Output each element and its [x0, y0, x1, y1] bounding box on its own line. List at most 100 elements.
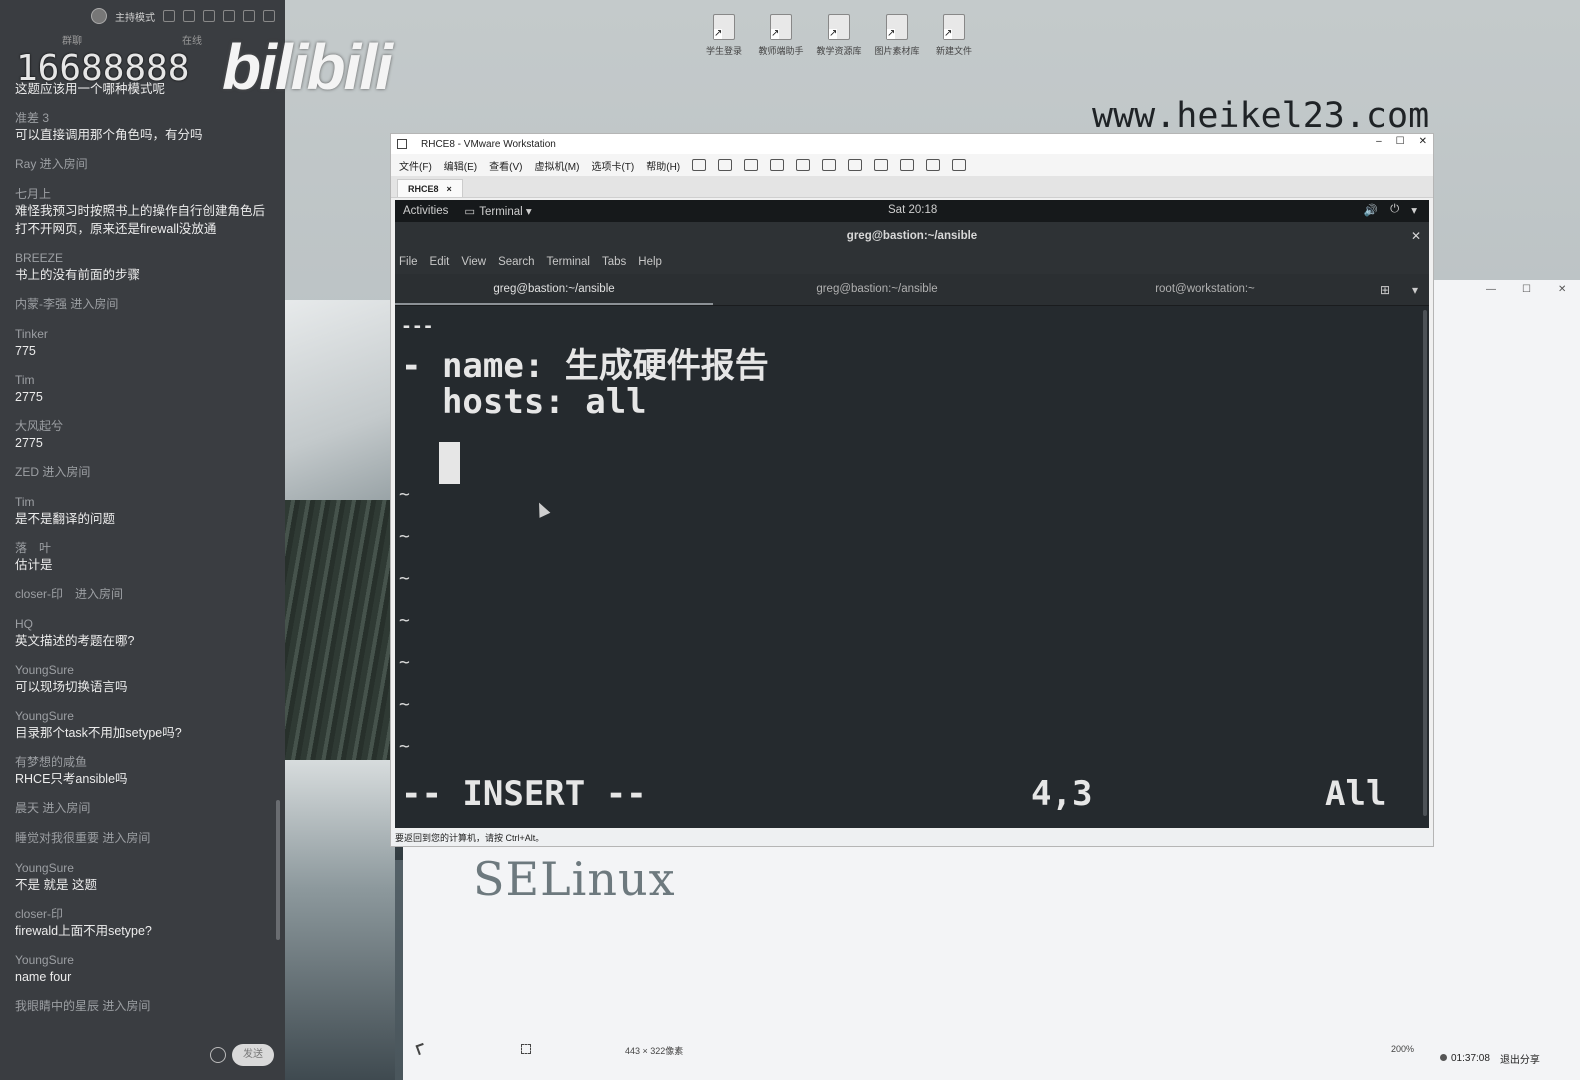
chat-username[interactable]: 我眼睛中的星辰 进入房间 — [15, 998, 270, 1014]
chat-message: Tinker 775 — [15, 326, 270, 360]
chat-username[interactable]: Ray 进入房间 — [15, 156, 270, 172]
revert-snapshot-icon[interactable] — [770, 159, 785, 171]
library-view-icon[interactable] — [822, 159, 837, 171]
desktop-icon-resource-library[interactable]: 教学资源库 — [810, 14, 868, 57]
tab-rhce8[interactable]: RHCE8 × — [397, 179, 463, 197]
desktop-icon-new-file[interactable]: 新建文件 — [925, 14, 983, 57]
app-menu-terminal[interactable]: ▭ Terminal ▾ — [464, 204, 531, 218]
chat-message: 落 叶估计是 — [15, 540, 270, 574]
close-icon[interactable]: ✕ — [1411, 222, 1421, 250]
menu-edit[interactable]: 编辑(E) — [444, 158, 477, 173]
zoom-level[interactable]: 200% — [1391, 1044, 1414, 1054]
menu-view[interactable]: View — [461, 256, 486, 268]
pause-icon[interactable] — [692, 159, 707, 171]
vim-editor[interactable]: --- - name: 生成硬件报告 hosts: all ~ ~ ~ ~ ~ … — [395, 306, 1429, 828]
terminal-icon: ▭ — [464, 206, 476, 218]
chat-username[interactable]: 落 叶 — [15, 540, 270, 556]
activities-button[interactable]: Activities — [403, 205, 448, 217]
menu-vm[interactable]: 虚拟机(M) — [534, 158, 579, 173]
chat-username[interactable]: ZED 进入房间 — [15, 464, 270, 480]
settings-icon[interactable] — [163, 10, 175, 22]
fullscreen-icon[interactable] — [874, 159, 889, 171]
maximize-icon[interactable]: ☐ — [1522, 284, 1531, 295]
exit-share-button[interactable]: 退出分享 — [1500, 1051, 1540, 1066]
close-icon[interactable]: ✕ — [1419, 136, 1427, 147]
terminal-tab-3[interactable]: root@workstation:~ — [1041, 274, 1369, 305]
chat-username[interactable]: 大风起兮 — [15, 418, 270, 434]
close-icon[interactable]: ✕ — [1558, 284, 1566, 295]
chat-username[interactable]: 内蒙-李强 进入房间 — [15, 296, 270, 312]
maximize-icon[interactable] — [243, 10, 255, 22]
terminal-menubar: File Edit View Search Terminal Tabs Help — [395, 250, 1429, 274]
chat-username[interactable]: YoungSure — [15, 708, 270, 724]
send-button[interactable]: 发送 — [232, 1044, 274, 1066]
desktop-icon-student-login[interactable]: 学生登录 — [695, 14, 753, 57]
vim-cursor-position: 4,3 — [1031, 774, 1093, 814]
chat-username[interactable]: Tim — [15, 372, 270, 388]
minimize-icon[interactable]: — — [1486, 284, 1496, 295]
terminal-scrollbar[interactable] — [1423, 310, 1427, 816]
menu-tabs[interactable]: 选项卡(T) — [591, 158, 634, 173]
chevron-down-icon[interactable]: ▾ — [1411, 203, 1417, 217]
menu-file[interactable]: File — [399, 256, 418, 268]
desktop-icon-teacher-assistant[interactable]: 教师端助手 — [752, 14, 810, 57]
chat-username[interactable]: HQ — [15, 616, 270, 632]
thumbnail-view-icon[interactable] — [848, 159, 863, 171]
chat-username[interactable]: 准差 3 — [15, 110, 270, 126]
avatar[interactable] — [91, 8, 107, 24]
send-ctrl-alt-del-icon[interactable] — [718, 159, 733, 171]
chat-username[interactable]: Tim — [15, 494, 270, 510]
menu-tabs[interactable]: Tabs — [602, 256, 626, 268]
terminal-tab-1[interactable]: greg@bastion:~/ansible — [395, 274, 713, 305]
chat-username[interactable]: 晨天 进入房间 — [15, 800, 270, 816]
stretch-view-icon[interactable] — [952, 159, 967, 171]
menu-view[interactable]: 查看(V) — [489, 158, 522, 173]
snapshot-manager-icon[interactable] — [796, 159, 811, 171]
power-icon[interactable]: ⏻ — [1390, 203, 1399, 217]
chat-username[interactable]: 睡觉对我很重要 进入房间 — [15, 830, 270, 846]
chat-username[interactable]: closer-印 进入房间 — [15, 586, 270, 602]
chat-message: YoungSure name four — [15, 952, 270, 986]
chat-username[interactable]: YoungSure — [15, 860, 270, 876]
text-cursor — [439, 442, 460, 484]
chat-text: 775 — [15, 344, 36, 358]
menu-terminal[interactable]: Terminal — [547, 256, 590, 268]
vim-scroll-indicator: All — [1325, 774, 1387, 814]
guest-display[interactable]: Activities ▭ Terminal ▾ Sat 20:18 🔊 ⏻ ▾ … — [395, 200, 1429, 828]
console-icon[interactable] — [926, 159, 941, 171]
menu-help[interactable]: Help — [638, 256, 662, 268]
new-tab-icon[interactable]: ⊞ — [1380, 283, 1390, 297]
chat-username[interactable]: 七月上 — [15, 186, 270, 202]
chat-username[interactable]: YoungSure — [15, 662, 270, 678]
close-tab-icon[interactable]: × — [447, 184, 452, 194]
minimize-icon[interactable]: – — [1376, 136, 1382, 147]
menu-search[interactable]: Search — [498, 256, 534, 268]
desktop-icon-image-library[interactable]: 图片素材库 — [868, 14, 926, 57]
emoji-icon[interactable] — [210, 1047, 226, 1063]
menu-file[interactable]: 文件(F) — [399, 158, 432, 173]
snapshot-icon[interactable] — [744, 159, 759, 171]
terminal-tab-2[interactable]: greg@bastion:~/ansible — [713, 274, 1041, 305]
chat-username[interactable]: YoungSure — [15, 952, 270, 968]
chat-message: 准差 3 可以直接调用那个角色吗，有分吗 — [15, 110, 270, 144]
volume-icon[interactable]: 🔊 — [1364, 203, 1378, 217]
menu-icon[interactable] — [203, 10, 215, 22]
clock[interactable]: Sat 20:18 — [888, 204, 937, 216]
record-icon — [1440, 1053, 1447, 1061]
chat-username[interactable]: 有梦想的咸鱼 — [15, 754, 270, 770]
chat-username[interactable]: closer-印 — [15, 906, 270, 922]
host-mode-label[interactable]: 主持模式 — [115, 9, 155, 24]
menu-edit[interactable]: Edit — [430, 256, 450, 268]
chat-scrollbar[interactable] — [276, 800, 280, 940]
maximize-icon[interactable]: ☐ — [1396, 136, 1405, 147]
popout-icon[interactable] — [183, 10, 195, 22]
chat-username[interactable]: BREEZE — [15, 250, 270, 266]
chat-username[interactable]: Tinker — [15, 326, 270, 342]
chevron-down-icon[interactable]: ▾ — [1412, 283, 1418, 297]
minimize-icon[interactable] — [223, 10, 235, 22]
unity-icon[interactable] — [900, 159, 915, 171]
menu-help[interactable]: 帮助(H) — [646, 158, 680, 173]
chat-text: 不是 就是 这题 — [15, 878, 97, 892]
shortcut-icon — [713, 14, 735, 40]
close-icon[interactable] — [263, 10, 275, 22]
